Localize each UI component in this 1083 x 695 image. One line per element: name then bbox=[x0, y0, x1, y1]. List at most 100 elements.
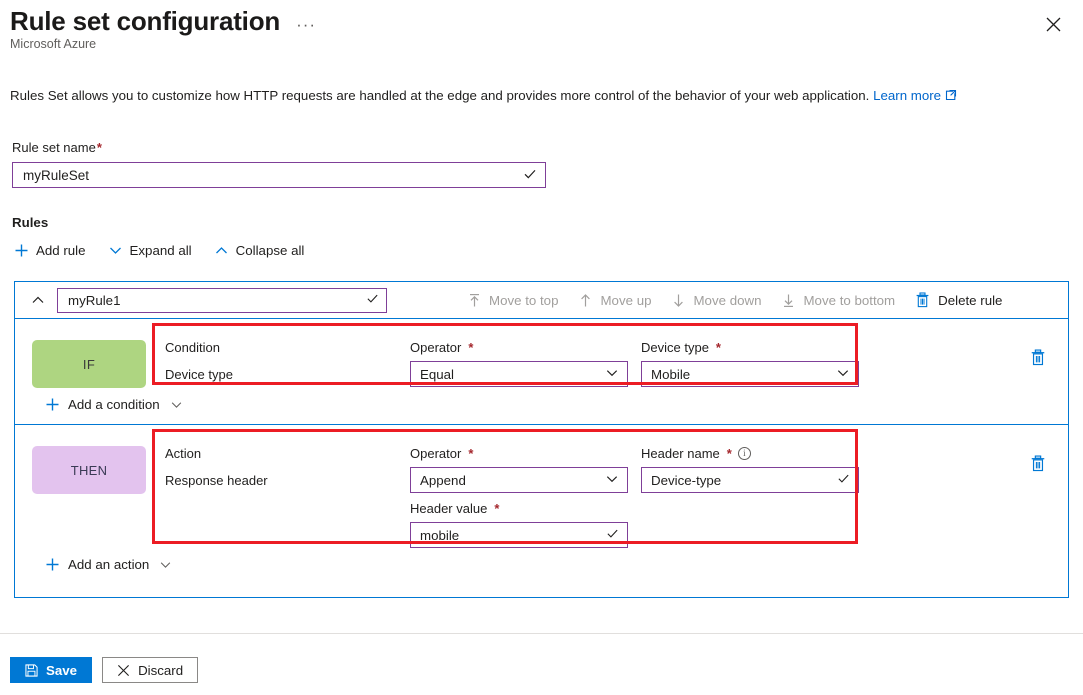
rule-set-configuration-panel: Rule set configuration ··· Microsoft Azu… bbox=[0, 0, 1083, 695]
action-header-name-field: Header name * i Device-type bbox=[641, 446, 859, 493]
close-icon[interactable] bbox=[1039, 10, 1067, 38]
expand-all-button[interactable]: Expand all bbox=[108, 243, 192, 258]
footer-divider bbox=[0, 633, 1083, 634]
action-column-value: Response header bbox=[165, 473, 268, 488]
action-column: Action Response header bbox=[165, 446, 268, 488]
action-header-name-label: Header name * i bbox=[641, 446, 859, 461]
expand-all-label: Expand all bbox=[130, 243, 192, 258]
required-asterisk: * bbox=[494, 501, 499, 516]
plus-icon bbox=[45, 557, 60, 572]
move-to-top-label: Move to top bbox=[489, 293, 558, 308]
move-to-top-button[interactable]: Move to top bbox=[467, 293, 558, 308]
save-disk-icon bbox=[25, 664, 38, 677]
condition-operator-field: Operator* Equal bbox=[410, 340, 628, 387]
action-column-label: Action bbox=[165, 446, 268, 461]
action-operator-label: Operator * bbox=[410, 446, 628, 461]
action-header-value-value: mobile bbox=[420, 528, 606, 543]
chevron-down-icon bbox=[605, 472, 619, 489]
required-asterisk: * bbox=[716, 340, 721, 355]
save-button[interactable]: Save bbox=[10, 657, 92, 683]
move-to-bottom-button[interactable]: Move to bottom bbox=[781, 293, 895, 308]
learn-more-link[interactable]: Learn more bbox=[873, 88, 941, 103]
delete-rule-label: Delete rule bbox=[938, 293, 1002, 308]
required-asterisk: * bbox=[468, 446, 473, 461]
chevron-down-icon bbox=[836, 366, 850, 383]
condition-device-type-dropdown[interactable]: Mobile bbox=[641, 361, 859, 387]
action-header-value-label: Header value * bbox=[410, 501, 628, 516]
header-title-row: Rule set configuration ··· bbox=[10, 5, 320, 37]
move-to-bottom-label: Move to bottom bbox=[803, 293, 895, 308]
condition-column: Condition Device type bbox=[165, 340, 233, 382]
rule-name-input[interactable]: myRule1 bbox=[57, 288, 387, 313]
rules-heading: Rules bbox=[12, 215, 48, 230]
delete-rule-button[interactable]: Delete rule bbox=[915, 292, 1002, 308]
add-condition-button[interactable]: Add a condition bbox=[45, 397, 183, 412]
condition-block: IF Condition Device type Operator* Equal bbox=[15, 319, 1068, 425]
close-x-icon bbox=[117, 664, 130, 677]
plus-icon bbox=[14, 243, 29, 258]
more-menu-icon[interactable]: ··· bbox=[292, 18, 320, 32]
add-action-button[interactable]: Add an action bbox=[45, 557, 172, 572]
action-header-name-label-text: Header name bbox=[641, 446, 720, 461]
rules-panel: myRule1 Move to top Move up bbox=[14, 281, 1069, 598]
move-down-button[interactable]: Move down bbox=[671, 293, 761, 308]
action-header-value-input[interactable]: mobile bbox=[410, 522, 628, 548]
external-link-icon bbox=[945, 87, 957, 107]
move-to-bottom-icon bbox=[781, 293, 796, 308]
move-down-label: Move down bbox=[693, 293, 761, 308]
condition-device-type-label: Device type * bbox=[641, 340, 859, 355]
ruleset-name-input[interactable]: myRuleSet bbox=[12, 162, 546, 188]
chevron-up-icon bbox=[214, 243, 229, 258]
footer-actions: Save Discard bbox=[10, 657, 198, 683]
ruleset-name-label: Rule set name* bbox=[12, 140, 102, 155]
action-operator-label-text: Operator bbox=[410, 446, 461, 461]
action-operator-field: Operator * Append bbox=[410, 446, 628, 493]
ruleset-name-value: myRuleSet bbox=[23, 168, 523, 183]
then-badge: THEN bbox=[32, 446, 146, 494]
delete-condition-button[interactable] bbox=[1030, 349, 1046, 366]
add-rule-button[interactable]: Add rule bbox=[14, 243, 86, 258]
add-action-label: Add an action bbox=[68, 557, 149, 572]
page-title: Rule set configuration bbox=[10, 5, 280, 37]
move-to-top-icon bbox=[467, 293, 482, 308]
action-header-name-value: Device-type bbox=[651, 473, 837, 488]
move-up-label: Move up bbox=[600, 293, 651, 308]
chevron-down-icon bbox=[159, 558, 172, 571]
chevron-down-icon bbox=[170, 398, 183, 411]
condition-operator-dropdown[interactable]: Equal bbox=[410, 361, 628, 387]
condition-column-label: Condition bbox=[165, 340, 233, 355]
ruleset-name-label-text: Rule set name bbox=[12, 140, 96, 155]
save-label: Save bbox=[46, 663, 77, 678]
delete-action-button[interactable] bbox=[1030, 455, 1046, 472]
discard-label: Discard bbox=[138, 663, 183, 678]
condition-device-type-label-text: Device type bbox=[641, 340, 709, 355]
rule-name-validated-check-icon bbox=[366, 292, 379, 308]
action-operator-value: Append bbox=[420, 473, 605, 488]
validated-check-icon bbox=[606, 527, 619, 543]
validated-check-icon bbox=[523, 167, 537, 184]
condition-operator-value: Equal bbox=[420, 367, 605, 382]
discard-button[interactable]: Discard bbox=[102, 657, 198, 683]
chevron-down-icon bbox=[605, 366, 619, 383]
condition-device-type-value: Mobile bbox=[651, 367, 836, 382]
trash-icon bbox=[915, 292, 930, 308]
action-header-name-input[interactable]: Device-type bbox=[641, 467, 859, 493]
collapse-all-button[interactable]: Collapse all bbox=[214, 243, 305, 258]
rule-collapse-icon[interactable] bbox=[29, 291, 47, 309]
page-subtitle: Microsoft Azure bbox=[10, 37, 96, 51]
rule-name-value: myRule1 bbox=[68, 293, 366, 308]
action-block: THEN Action Response header Operator * Ap… bbox=[15, 425, 1068, 597]
info-icon[interactable]: i bbox=[738, 447, 751, 460]
required-asterisk: * bbox=[468, 340, 473, 355]
rules-toolbar: Add rule Expand all Collapse all bbox=[14, 243, 304, 258]
plus-icon bbox=[45, 397, 60, 412]
condition-column-value: Device type bbox=[165, 367, 233, 382]
validated-check-icon bbox=[837, 472, 850, 488]
action-header-value-label-text: Header value bbox=[410, 501, 487, 516]
required-asterisk: * bbox=[727, 446, 732, 461]
condition-device-type-field: Device type * Mobile bbox=[641, 340, 859, 387]
move-up-button[interactable]: Move up bbox=[578, 293, 651, 308]
move-down-icon bbox=[671, 293, 686, 308]
condition-operator-label: Operator* bbox=[410, 340, 628, 355]
action-operator-dropdown[interactable]: Append bbox=[410, 467, 628, 493]
